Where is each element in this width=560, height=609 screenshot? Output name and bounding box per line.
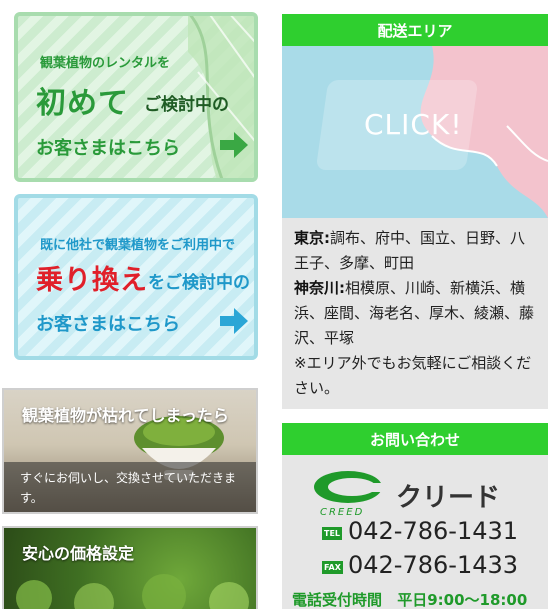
banner-highlight-text: 乗り換え [36,265,148,296]
kanagawa-label: 神奈川: [294,279,345,297]
banner-mid-text: ご検討中の [144,95,229,115]
switch-provider-banner[interactable]: 既に他社で観葉植物をご利用中で 乗り換え をご検討中の お客さまはこちら [14,194,258,360]
panel-title: 安心の価格設定 [22,544,135,563]
banner-lead-text: 観葉植物のレンタルを [40,56,171,71]
banner-mid-text: をご検討中の [148,273,250,293]
contact-panel: CREED クリード TEL 042-786-1431 FAX 042-786-… [282,455,548,609]
sidebar-right: 配送エリア CLICK! 東京:調布、府中、国立、日野、八王子、多摩、町田 神奈… [282,14,548,609]
hours-label: 電話受付時間 [292,591,383,609]
tel-badge-icon: TEL [322,527,343,540]
logo-text: クリード [396,483,501,513]
price-panel[interactable]: 安心の価格設定 [2,526,258,609]
arrow-right-icon [220,308,248,334]
banner-lead-text: 既に他社で観葉植物をご利用中で [40,238,236,253]
fax-badge-icon: FAX [322,561,343,574]
area-note: ※エリア外でもお気軽にご相談ください。 [294,354,532,397]
arrow-right-icon [220,132,248,158]
hours-value: 平日9:00〜18:00 [397,591,528,609]
tokyo-label: 東京: [294,229,330,247]
banner-highlight-text: 初めて [36,86,129,121]
creed-logo-icon [314,471,388,503]
fax-number: 042-786-1433 [348,551,519,579]
panel-description-text: すぐにお伺いし、交換させていただきます。 [20,471,237,505]
banner-customer-text: お客さまはこちら [36,138,180,159]
panel-description: すぐにお伺いし、交換させていただきます。 [4,462,256,512]
panel-title: 観葉植物が枯れてしまったら [22,406,229,425]
plant-texture-image [16,574,249,609]
map-click-label: CLICK! [364,108,463,141]
delivery-area-list: 東京:調布、府中、国立、日野、八王子、多摩、町田 神奈川:相模原、川崎、新横浜、… [282,218,548,409]
first-time-banner[interactable]: 観葉植物のレンタルを 初めて ご検討中の お客さまはこちら [14,12,258,182]
delivery-area-header: 配送エリア [282,14,548,46]
contact-header: お問い合わせ [282,423,548,455]
hours-line: 電話受付時間 平日9:00〜18:00 [292,589,527,609]
tel-number[interactable]: 042-786-1431 [348,517,518,545]
banner-customer-text: お客さまはこちら [36,314,180,335]
delivery-map[interactable]: CLICK! [282,46,548,218]
withered-plant-panel[interactable]: 観葉植物が枯れてしまったら すぐにお伺いし、交換させていただきます。 [2,388,258,514]
